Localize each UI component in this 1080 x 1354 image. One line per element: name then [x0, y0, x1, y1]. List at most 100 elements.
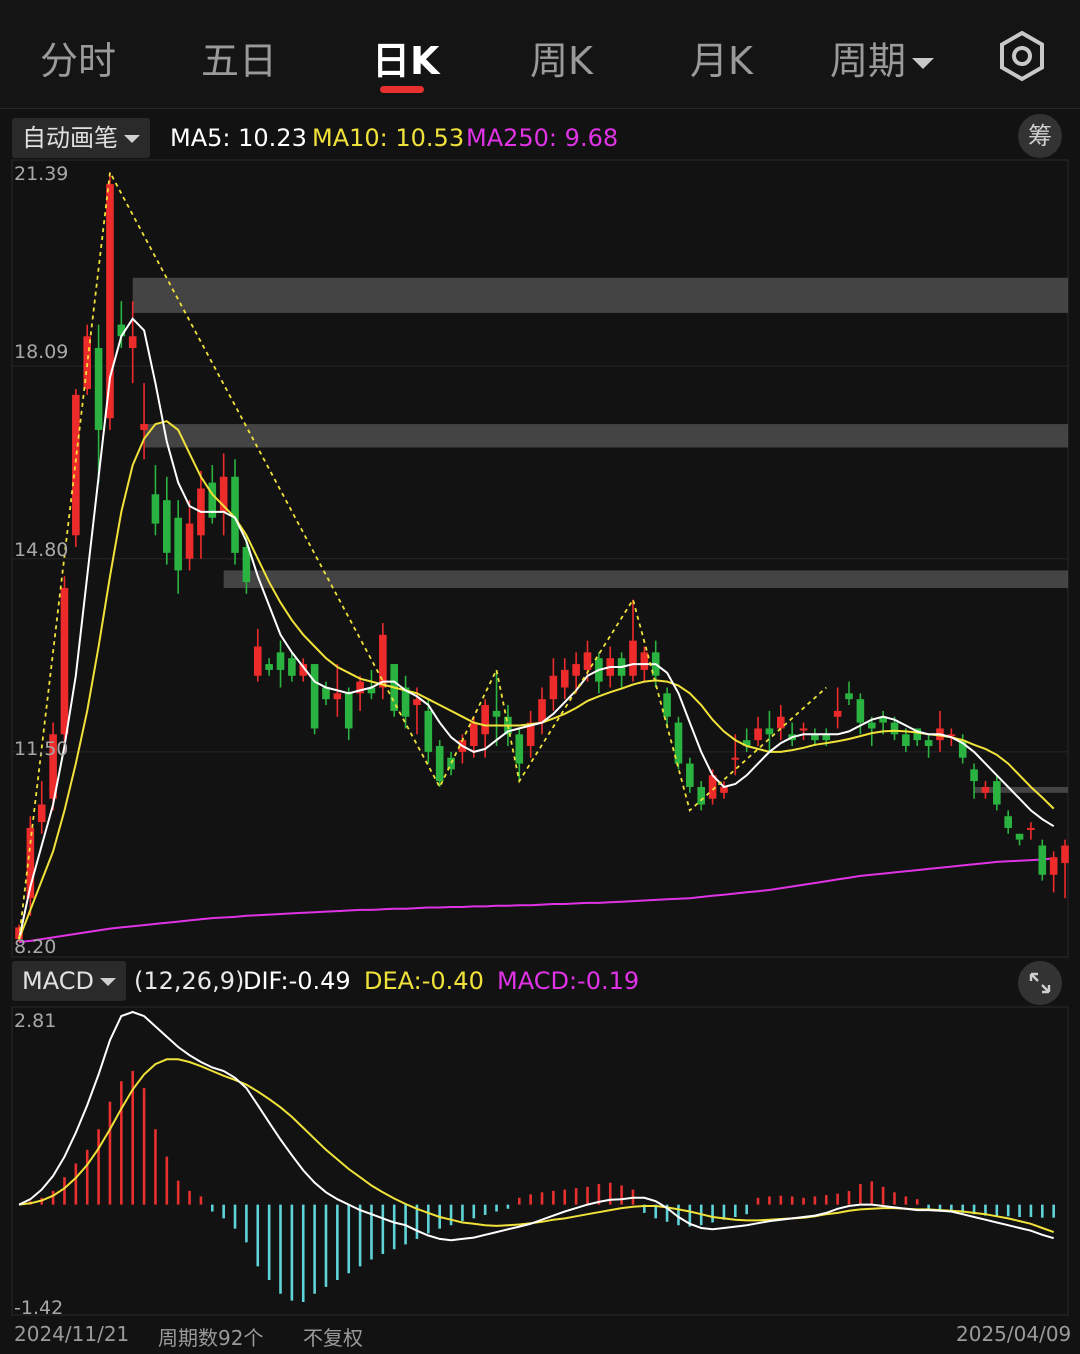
candle-body-down	[902, 734, 910, 747]
candle-body-down	[913, 728, 922, 741]
candle-body-down	[765, 728, 774, 735]
candle-body-up	[526, 722, 535, 747]
candle-body-down	[504, 716, 512, 735]
candle-body-down	[424, 710, 433, 752]
chevron-down-icon	[124, 135, 140, 143]
candle-body-up	[1027, 827, 1035, 830]
dif-readout: DIF:-0.49	[243, 967, 351, 995]
macd-dropdown[interactable]: MACD	[12, 961, 126, 1001]
adjust-mode[interactable]: 不复权	[303, 1322, 363, 1351]
macd-label: MACD	[22, 967, 94, 995]
candle-body-down	[845, 693, 853, 700]
hexagon-gear-icon[interactable]	[996, 30, 1048, 82]
candle-body-up	[37, 804, 46, 823]
candle-body-down	[242, 547, 251, 583]
y-tick-label: 18.09	[14, 341, 68, 363]
dea-value: -0.40	[421, 967, 484, 995]
candle-body-down	[867, 722, 876, 729]
y-tick-label: 14.80	[14, 539, 68, 561]
stock-chart: 21.39 18.09 14.80 11.50 8.20 2.81 -1.42	[11, 159, 1069, 1319]
main-indicator-bar: 自动画笔 MA5: 10.23 MA10: 10.53 MA250: 9.68 …	[0, 110, 1080, 162]
ma5-line	[18, 317, 1055, 940]
candle-body-up	[776, 716, 785, 729]
tab-five-day[interactable]: 五日	[201, 30, 277, 85]
macd-value-label: MACD:	[497, 967, 578, 995]
candle-body-down	[288, 658, 296, 676]
main-panel-frame	[11, 159, 1069, 958]
ma250-value: 9.68	[564, 124, 619, 152]
candle-body-down	[890, 722, 899, 735]
candle-body-down	[401, 687, 410, 717]
candle-body-up	[572, 664, 580, 676]
candle-body-down	[265, 664, 273, 670]
auto-draw-dropdown[interactable]: 自动画笔	[12, 118, 150, 158]
candle-body-down	[856, 699, 865, 723]
expand-arrows-icon[interactable]	[1018, 961, 1062, 1005]
candle-body-up	[219, 476, 228, 512]
tab-period-dropdown[interactable]: 周期	[830, 30, 935, 85]
candle-body-down	[958, 740, 967, 758]
macd-indicator-bar: MACD (12,26,9) DIF:-0.49 DEA:-0.40 MACD:…	[0, 955, 1080, 1007]
candle-body-up	[333, 693, 342, 700]
ma250-line	[18, 857, 1054, 944]
candle-body-down	[993, 781, 1001, 805]
candle-body-down	[822, 734, 831, 741]
candle-body-up	[185, 523, 194, 559]
candle-body-up	[708, 775, 717, 799]
candle-body-up	[731, 757, 740, 760]
tab-intraday[interactable]: 分时	[40, 30, 116, 85]
candle-body-up	[606, 658, 615, 676]
candle-body-down	[174, 517, 182, 571]
resistance-band	[974, 786, 1068, 793]
candle-body-up	[1061, 845, 1069, 864]
tab-monthly-k[interactable]: 月K	[690, 30, 753, 85]
candle-body-up	[49, 734, 57, 799]
candle-body-up	[197, 488, 205, 536]
tab-period-label: 周期	[830, 39, 907, 83]
candle-body-down	[924, 740, 933, 747]
chip-distribution-button[interactable]: 筹	[1018, 114, 1062, 158]
candle-body-down	[435, 746, 444, 782]
ma5-readout: MA5: 10.23	[170, 124, 307, 152]
tab-weekly-k[interactable]: 周K	[530, 30, 593, 85]
candle-body-down	[390, 664, 399, 711]
candle-body-down	[492, 710, 501, 717]
candle-body-down	[515, 734, 524, 764]
candle-body-up	[981, 786, 990, 793]
candle-body-up	[833, 710, 842, 717]
candle-body-up	[936, 728, 944, 741]
dea-readout: DEA:-0.40	[364, 967, 484, 995]
candle-body-down	[117, 324, 126, 337]
macd-panel-frame	[11, 1006, 1069, 1316]
ma10-readout: MA10: 10.53	[312, 124, 464, 152]
candle-body-up	[413, 699, 421, 706]
candle-body-up	[629, 640, 637, 676]
candle-body-down	[674, 722, 683, 764]
candle-body-down	[208, 482, 217, 518]
candle-body-down	[367, 687, 376, 694]
candle-body-up	[106, 184, 114, 419]
candle-body-down	[663, 693, 671, 717]
candle-body-down	[1015, 833, 1024, 840]
candle-body-down	[231, 476, 239, 553]
macd-readout: MACD:-0.19	[497, 967, 639, 995]
ma10-line	[18, 420, 1055, 940]
ma5-label: MA5:	[170, 124, 231, 152]
resistance-band	[132, 277, 1068, 313]
candle-body-up	[754, 728, 762, 741]
tab-daily-k[interactable]: 日K	[372, 30, 439, 85]
candle-body-down	[811, 734, 819, 741]
candle-body-up	[26, 827, 35, 899]
candle-body-up	[549, 675, 558, 700]
candle-body-up	[128, 336, 137, 349]
y-tick-label: 11.50	[14, 738, 68, 760]
candle-body-up	[583, 652, 592, 670]
candle-body-up	[299, 664, 308, 676]
macd-value: -0.19	[577, 967, 640, 995]
candle-body-down	[742, 740, 751, 747]
dif-value: -0.49	[288, 967, 351, 995]
candle-body-down	[879, 716, 887, 723]
dif-label: DIF:	[243, 967, 289, 995]
candle-body-up	[481, 705, 489, 735]
candle-body-down	[344, 693, 353, 729]
